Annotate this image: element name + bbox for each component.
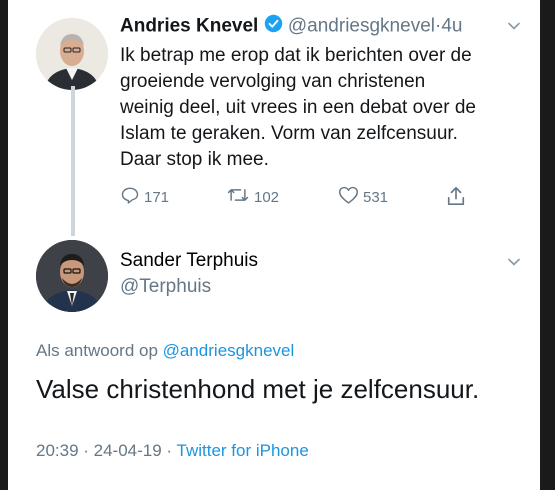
retweet-icon [226, 185, 254, 209]
share-icon [446, 185, 470, 211]
tweet-body: Ik betrap me erop dat ik berichten over … [120, 43, 476, 173]
verified-icon [264, 14, 283, 39]
reply-source-link[interactable]: Twitter for iPhone [177, 441, 309, 460]
tweet-line: Ik betrap me erop dat ik berichten over … [120, 45, 472, 66]
retweet-action[interactable]: 102 [226, 185, 279, 209]
share-action[interactable] [446, 185, 470, 211]
tweet-line: Islam te geraken. Vorm van zelfcensuur. [120, 123, 458, 144]
like-count: 531 [363, 188, 389, 206]
tweet-thread-card: Andries Knevel @andriesgknevel·4u Ik bet… [8, 0, 540, 490]
tweet-line: Daar stop ik mee. [120, 149, 269, 170]
reply-count: 171 [144, 188, 170, 206]
author-name[interactable]: Andries Knevel [120, 16, 258, 37]
like-action[interactable]: 531 [338, 185, 388, 209]
retweet-count: 102 [254, 188, 280, 206]
reply-author-name[interactable]: Sander Terphuis [120, 250, 258, 272]
in-reply-to: Als antwoord op @andriesgknevel [36, 341, 294, 361]
in-reply-prefix: Als antwoord op [36, 341, 158, 360]
reply-icon [120, 185, 144, 209]
tweet-time[interactable]: 4u [441, 16, 462, 37]
chevron-down-icon[interactable] [506, 18, 522, 39]
reply-action[interactable]: 171 [120, 185, 169, 209]
chevron-down-icon[interactable] [506, 254, 522, 275]
reply-author-handle[interactable]: @Terphuis [120, 276, 211, 298]
tweet-line: groeiende vervolging van christenen [120, 71, 426, 92]
author-handle[interactable]: @andriesgknevel [288, 16, 435, 37]
reply-timestamp[interactable]: 20:39 · 24-04-19 · [36, 441, 172, 460]
like-icon [338, 185, 363, 209]
avatar-andries[interactable] [36, 18, 108, 90]
in-reply-handle-link[interactable]: @andriesgknevel [163, 341, 295, 360]
reply-meta: 20:39 · 24-04-19 · Twitter for iPhone [36, 441, 309, 461]
tweet-line: weinig deel, uit vrees in een debat over… [120, 97, 476, 118]
tweet-header: Andries Knevel @andriesgknevel·4u [120, 14, 462, 39]
avatar-sander[interactable] [36, 240, 108, 312]
thread-connector-line [71, 86, 75, 236]
reply-text: Valse christenhond met je zelfcensuur. [36, 374, 480, 404]
